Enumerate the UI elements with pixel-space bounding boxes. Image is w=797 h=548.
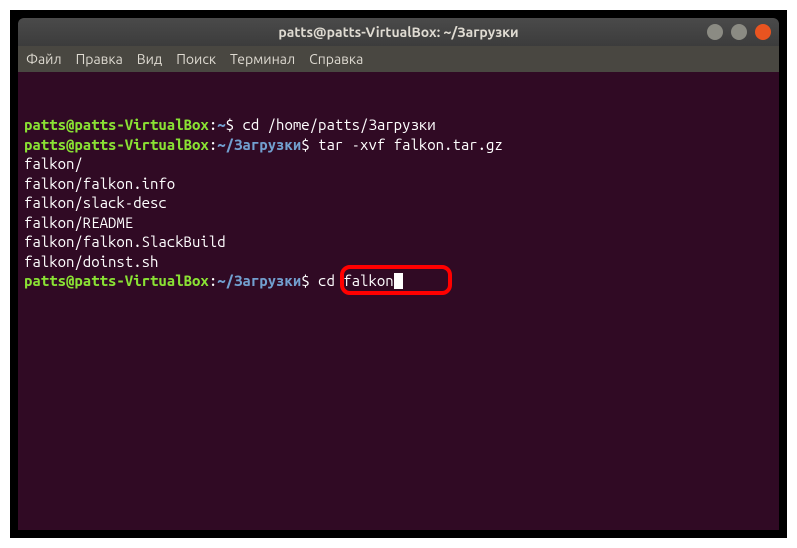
terminal-body[interactable]: patts@patts-VirtualBox:~$ cd /home/patts… (18, 72, 779, 530)
command-output: falkon/doinst.sh (24, 253, 158, 270)
window-title: patts@patts-VirtualBox: ~/Загрузки (278, 24, 518, 40)
prompt-dollar: $ (226, 116, 243, 133)
minimize-button[interactable] (707, 24, 723, 40)
terminal-line: falkon/ (24, 154, 773, 174)
prompt-colon: : (209, 116, 217, 133)
terminal-window: patts@patts-VirtualBox: ~/Загрузки Файл … (18, 18, 779, 530)
terminal-line: falkon/README (24, 213, 773, 233)
command-output: falkon/falkon.SlackBuild (24, 233, 226, 250)
terminal-line: patts@patts-VirtualBox:~$ cd /home/patts… (24, 115, 773, 135)
prompt-path: ~ (217, 116, 225, 133)
prompt-path: ~/Загрузки (217, 136, 301, 153)
menu-search[interactable]: Поиск (176, 51, 216, 67)
prompt-dollar: $ (301, 272, 318, 289)
command-output: falkon/slack-desc (24, 194, 167, 211)
menu-help[interactable]: Справка (309, 51, 363, 67)
menu-edit[interactable]: Правка (76, 51, 123, 67)
close-button[interactable] (755, 24, 771, 40)
titlebar[interactable]: patts@patts-VirtualBox: ~/Загрузки (18, 18, 779, 46)
menu-file[interactable]: Файл (26, 51, 62, 67)
prompt-user-host: patts@patts-VirtualBox (24, 272, 209, 289)
menu-terminal[interactable]: Терминал (230, 51, 295, 67)
terminal-line: patts@patts-VirtualBox:~/Загрузки$ tar -… (24, 135, 773, 155)
command-text: cd /home/patts/Загрузки (242, 116, 435, 133)
prompt-dollar: $ (301, 136, 318, 153)
prompt-path: ~/Загрузки (217, 272, 301, 289)
prompt-user-host: patts@patts-VirtualBox (24, 136, 209, 153)
command-text: cd falkon (318, 272, 394, 289)
terminal-line: falkon/slack-desc (24, 193, 773, 213)
command-output: falkon/falkon.info (24, 175, 175, 192)
prompt-user-host: patts@patts-VirtualBox (24, 116, 209, 133)
command-output: falkon/README (24, 214, 133, 231)
menu-view[interactable]: Вид (137, 51, 162, 67)
command-output: falkon/ (24, 155, 83, 172)
outer-frame: patts@patts-VirtualBox: ~/Загрузки Файл … (10, 10, 787, 538)
menubar: Файл Правка Вид Поиск Терминал Справка (18, 46, 779, 72)
command-text: tar -xvf falkon.tar.gz (318, 136, 503, 153)
cursor (394, 273, 403, 289)
maximize-button[interactable] (731, 24, 747, 40)
prompt-colon: : (209, 136, 217, 153)
terminal-line: falkon/falkon.info (24, 174, 773, 194)
window-controls (707, 24, 771, 40)
terminal-line: falkon/falkon.SlackBuild (24, 232, 773, 252)
terminal-line: patts@patts-VirtualBox:~/Загрузки$ cd fa… (24, 271, 773, 291)
prompt-colon: : (209, 272, 217, 289)
terminal-line: falkon/doinst.sh (24, 252, 773, 272)
